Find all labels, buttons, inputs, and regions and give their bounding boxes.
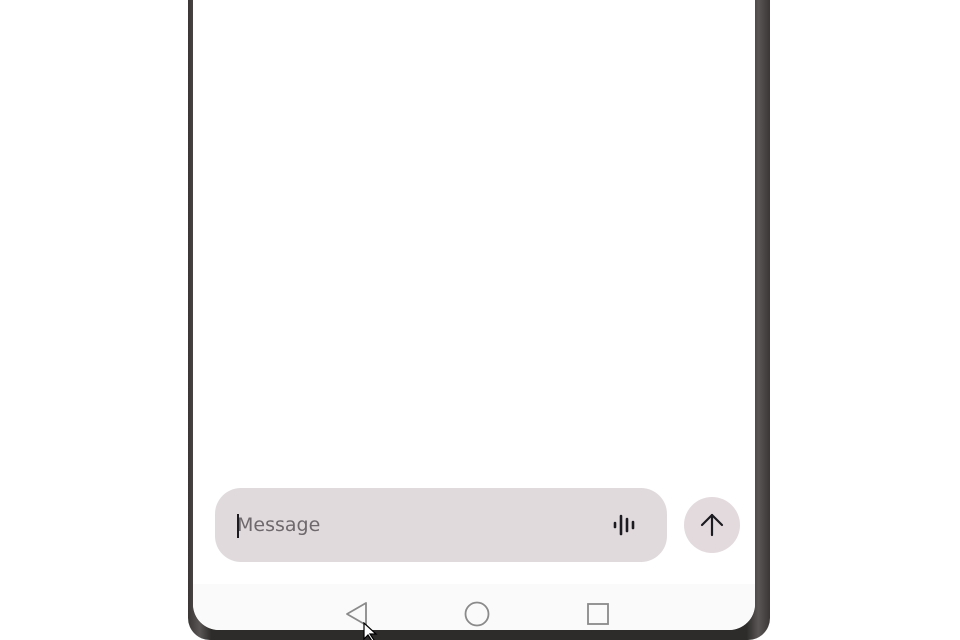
stage: [0, 0, 960, 640]
nav-home-button[interactable]: [463, 600, 491, 628]
voice-waveform-icon: [613, 514, 635, 536]
message-input[interactable]: [237, 506, 577, 544]
mouse-pointer-icon: [363, 622, 378, 640]
voice-input-button[interactable]: [605, 508, 645, 542]
message-composer: [215, 488, 667, 562]
arrow-up-icon: [700, 513, 724, 537]
text-cursor: [237, 514, 239, 538]
phone-screen: [193, 0, 755, 630]
square-recents-icon: [587, 603, 609, 625]
circle-home-icon: [464, 601, 490, 627]
system-navigation-bar: [193, 584, 755, 630]
send-button[interactable]: [684, 497, 740, 553]
nav-recents-button[interactable]: [584, 600, 612, 628]
